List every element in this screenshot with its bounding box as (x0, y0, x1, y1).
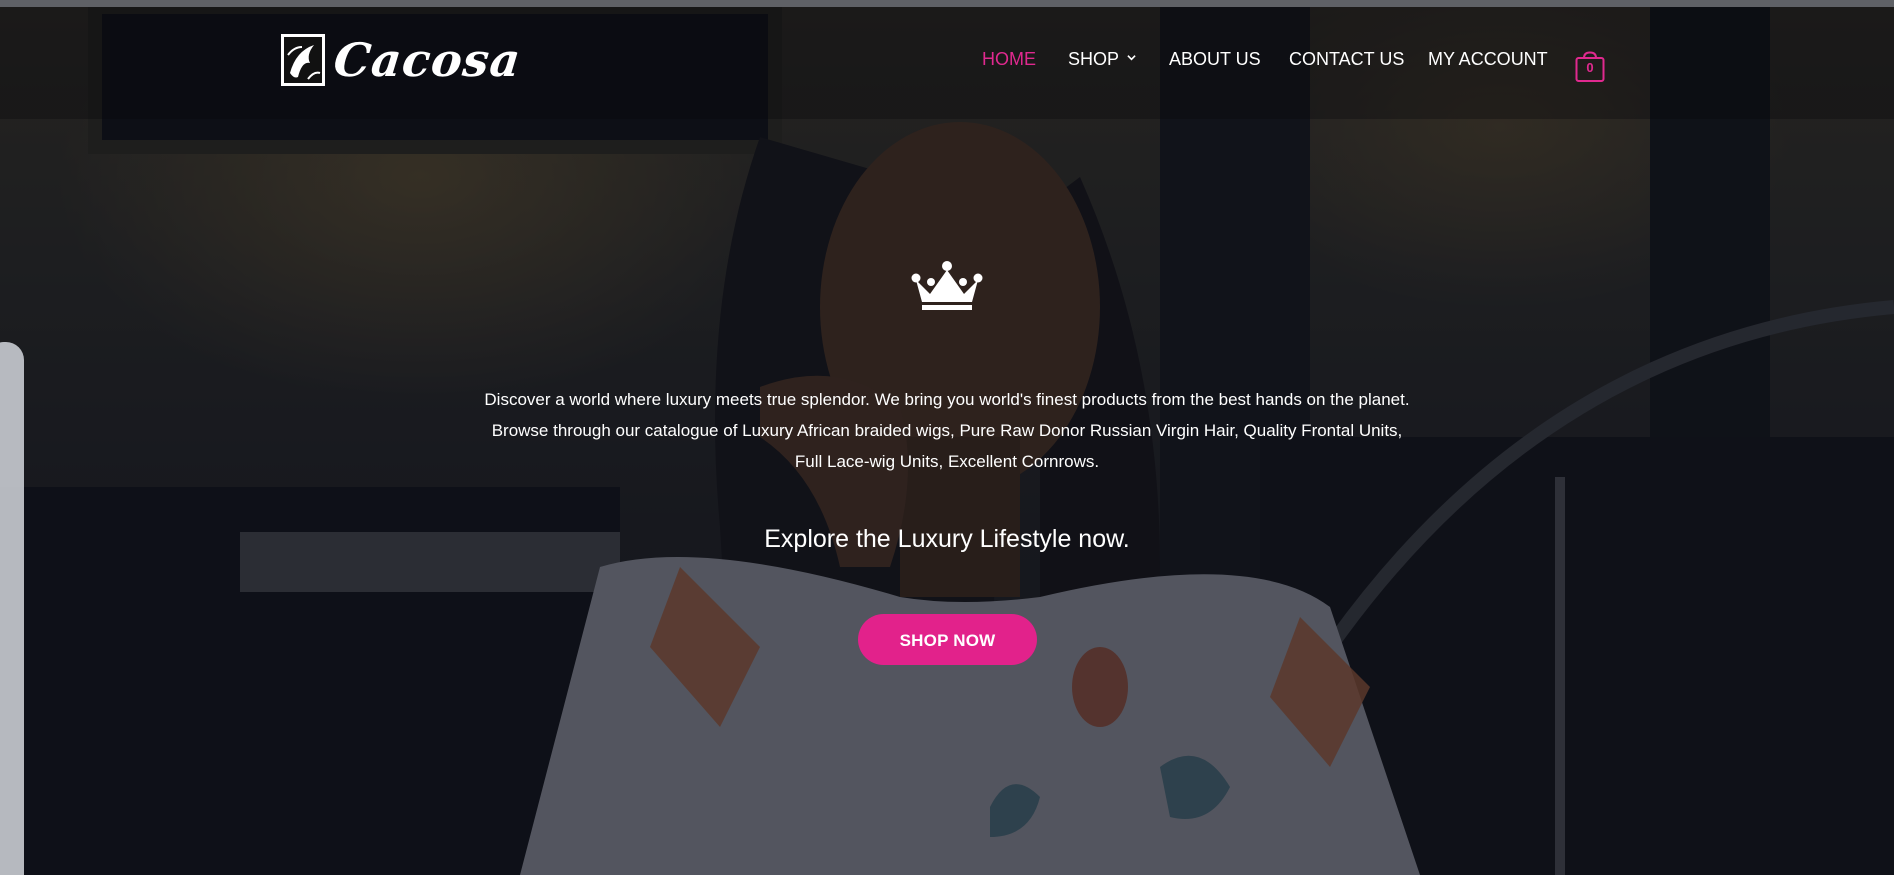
hero-tagline: Explore the Luxury Lifestyle now. (764, 525, 1130, 553)
crown-icon (911, 261, 983, 310)
main-nav: HOME SHOP ABOUT US CONTACT US MY ACCOUNT (0, 49, 1894, 79)
nav-item-my-account[interactable]: MY ACCOUNT (1428, 49, 1548, 70)
cart-button[interactable]: 0 (1575, 51, 1605, 83)
intro-line-3: Full Lace-wig Units, Excellent Cornrows. (794, 452, 1100, 471)
chevron-down-icon (1127, 55, 1136, 61)
shop-now-button[interactable]: SHOP NOW (858, 614, 1037, 665)
intro-line-1: Discover a world where luxury meets true… (484, 390, 1410, 409)
site-header: Cacosa HOME SHOP ABOUT US CONTACT US MY … (0, 7, 1894, 119)
nav-item-home[interactable]: HOME (982, 49, 1036, 70)
side-panel-tab[interactable] (0, 342, 24, 875)
hero-intro-text: Discover a world where luxury meets true… (447, 384, 1447, 477)
nav-item-shop[interactable]: SHOP (1068, 49, 1136, 70)
cart-count: 0 (1586, 60, 1594, 75)
nav-item-shop-label: SHOP (1068, 49, 1120, 69)
page: Cacosa HOME SHOP ABOUT US CONTACT US MY … (0, 0, 1894, 875)
intro-line-2: Browse through our catalogue of Luxury A… (491, 421, 1403, 440)
browser-top-strip (0, 0, 1894, 7)
nav-item-contact-us[interactable]: CONTACT US (1289, 49, 1404, 70)
nav-item-about-us[interactable]: ABOUT US (1169, 49, 1261, 70)
